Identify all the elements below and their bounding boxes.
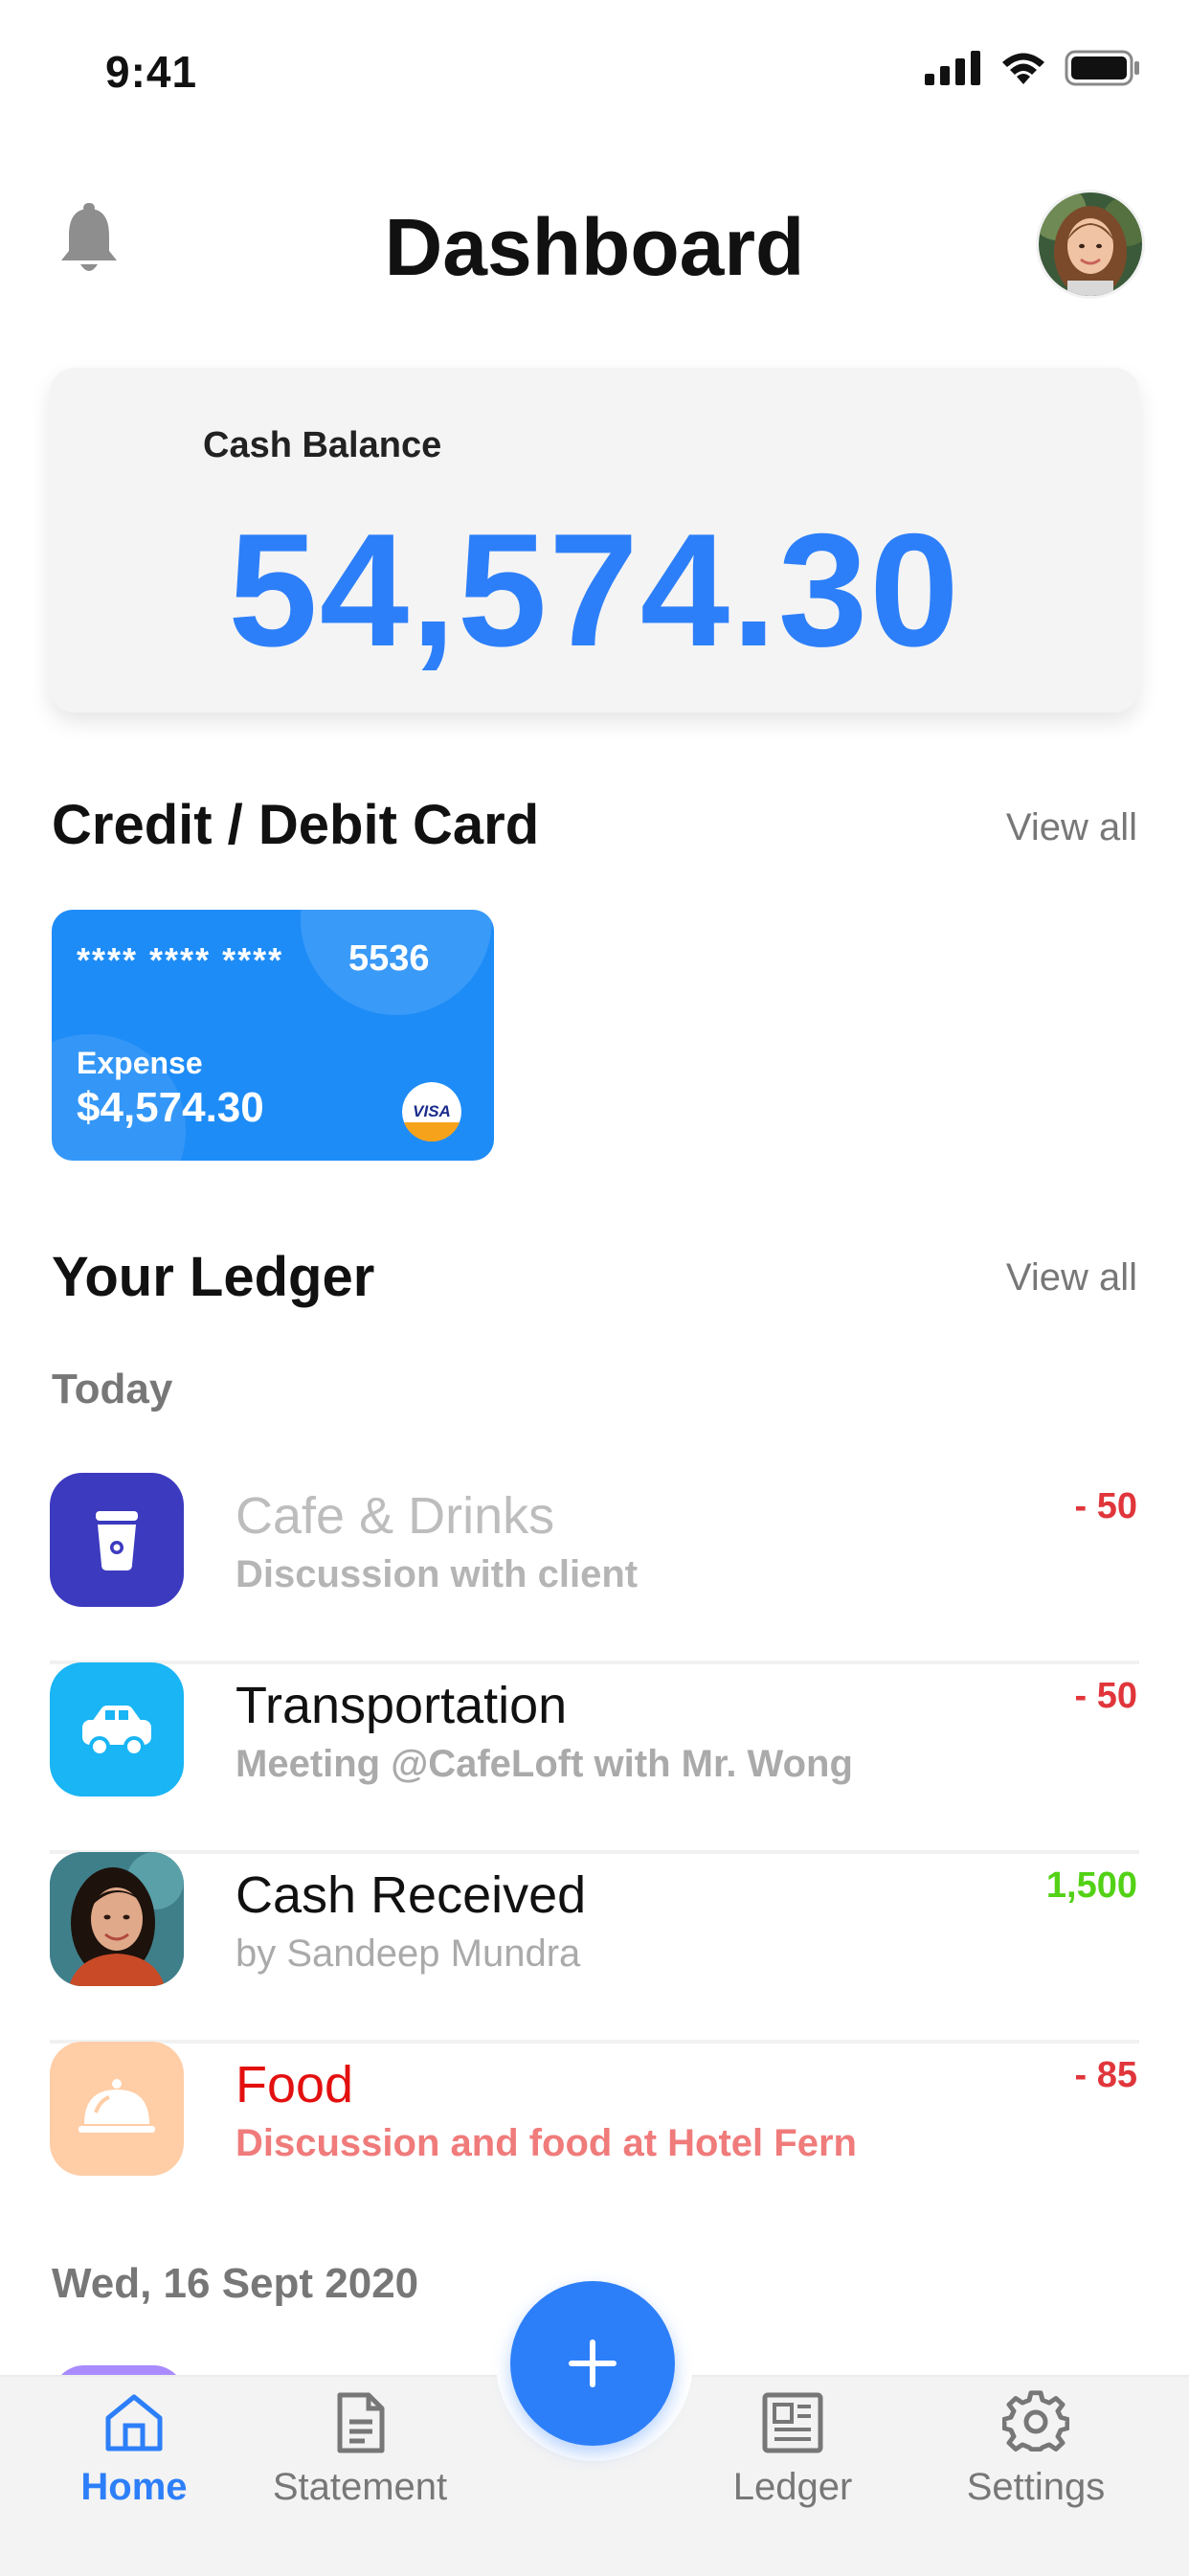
nav-ledger[interactable]: Ledger xyxy=(687,2389,898,2509)
nav-settings[interactable]: Settings xyxy=(931,2389,1141,2509)
person-avatar xyxy=(50,1852,184,1986)
ledger-item-title: Food xyxy=(236,2056,354,2113)
ledger-item-subtitle: by Sandeep Mundra xyxy=(236,1932,581,1975)
nav-home[interactable]: Home xyxy=(29,2389,239,2509)
ledger-item-food[interactable]: Food Discussion and food at Hotel Fern -… xyxy=(50,2042,1139,2233)
ledger-item-amount: - 50 xyxy=(1074,1486,1137,1526)
wifi-icon xyxy=(1002,53,1044,84)
ledger-item-transportation[interactable]: Transportation Meeting @CafeLoft with Mr… xyxy=(50,1662,1139,1854)
nav-statement[interactable]: Statement xyxy=(255,2389,465,2509)
cards-section-title: Credit / Debit Card xyxy=(52,794,540,856)
ledger-item-title: Transportation xyxy=(236,1677,568,1734)
cards-view-all-link[interactable]: View all xyxy=(1006,806,1137,849)
nav-statement-label: Statement xyxy=(272,2466,448,2508)
gear-icon xyxy=(1002,2390,1069,2452)
cloche-icon xyxy=(50,2042,184,2176)
nav-settings-label: Settings xyxy=(966,2466,1106,2508)
cash-balance-label: Cash Balance xyxy=(203,425,442,465)
svg-text:VISA: VISA xyxy=(413,1102,451,1120)
newspaper-icon xyxy=(762,2392,823,2453)
nav-ledger-label: Ledger xyxy=(732,2466,853,2508)
add-transaction-button[interactable] xyxy=(510,2281,675,2446)
nav-home-label: Home xyxy=(80,2466,188,2508)
ledger-item-amount: 1,500 xyxy=(1045,1865,1137,1906)
status-time: 9:41 xyxy=(105,47,198,97)
visa-logo-icon: VISA xyxy=(402,1082,461,1141)
home-icon xyxy=(105,2394,163,2452)
ledger-item-subtitle: Meeting @CafeLoft with Mr. Wong xyxy=(236,1743,853,1785)
card-last-four: 5536 xyxy=(348,938,430,979)
status-icons xyxy=(925,50,1141,86)
ledger-section-title: Your Ledger xyxy=(52,1246,375,1308)
card-expense-value: $4,574.30 xyxy=(77,1084,264,1131)
card-masked-number: **** **** **** xyxy=(77,940,284,980)
ledger-view-all-link[interactable]: View all xyxy=(1006,1256,1137,1299)
ledger-item-title: Cash Received xyxy=(236,1866,587,1924)
credit-card[interactable]: **** **** **** 5536 Expense $4,574.30 VI… xyxy=(52,910,494,1161)
ledger-item-amount: - 50 xyxy=(1074,1676,1137,1716)
battery-icon xyxy=(1065,50,1139,86)
card-expense-label: Expense xyxy=(77,1046,203,1080)
ledger-item-subtitle: Discussion and food at Hotel Fern xyxy=(236,2122,857,2164)
page-title: Dashboard xyxy=(384,202,805,292)
ledger-item-title: Cafe & Drinks xyxy=(236,1487,555,1545)
ledger-item-amount: - 85 xyxy=(1074,2055,1137,2095)
coffee-cup-icon xyxy=(50,1473,184,1607)
car-icon xyxy=(50,1662,184,1796)
signal-icon xyxy=(925,51,980,85)
ledger-group-label: Wed, 16 Sept 2020 xyxy=(52,2260,419,2307)
ledger-item-subtitle: Discussion with client xyxy=(236,1553,639,1595)
ledger-item-cash-received[interactable]: Cash Received by Sandeep Mundra 1,500 xyxy=(50,1852,1139,2044)
profile-avatar[interactable] xyxy=(1036,190,1145,299)
ledger-item-cafe[interactable]: Cafe & Drinks Discussion with client - 5… xyxy=(50,1473,1139,1664)
document-icon xyxy=(337,2392,385,2453)
plus-icon xyxy=(569,2339,617,2387)
cash-balance-value: 54,574.30 xyxy=(228,500,961,680)
ledger-group-label: Today xyxy=(52,1366,173,1412)
